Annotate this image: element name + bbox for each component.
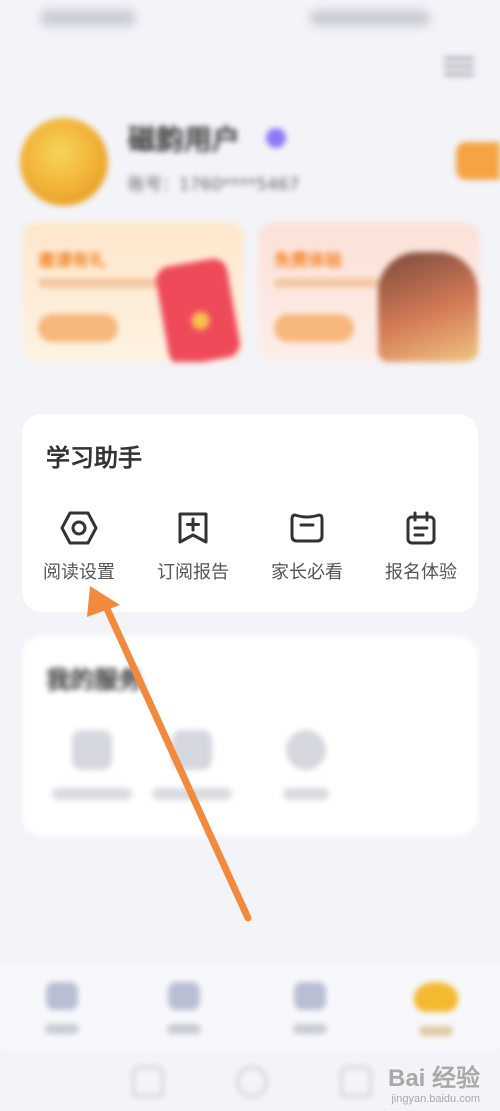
parents-must-read-label: 家长必看 <box>271 562 343 583</box>
status-time-area <box>40 10 136 26</box>
trial-signup-item[interactable]: 报名体验 <box>364 510 478 584</box>
message-box-icon <box>290 513 324 543</box>
my-services-card: 我的服务 <box>22 636 478 836</box>
banner-title: 邀请有礼 <box>38 251 106 271</box>
hexagon-settings-icon <box>60 511 98 545</box>
my-services-title: 我的服务 <box>46 666 142 694</box>
banner-invite[interactable]: 邀请有礼 <box>22 222 244 362</box>
mine-icon <box>414 982 458 1012</box>
avatar[interactable] <box>20 118 108 206</box>
study-assistant-title: 学习助手 <box>46 444 142 472</box>
children-illustration <box>378 252 478 362</box>
course-icon <box>168 982 200 1010</box>
watermark-brand: Bai 经验 <box>387 1065 480 1092</box>
bookmark-plus-icon <box>178 512 208 544</box>
support-icon <box>286 730 326 770</box>
status-bar <box>0 0 500 40</box>
home-icon <box>46 982 78 1010</box>
bottom-nav <box>0 962 500 1052</box>
home-circle-icon[interactable] <box>236 1066 268 1098</box>
red-packet-icon <box>153 256 243 362</box>
nav-mine[interactable] <box>406 982 466 1036</box>
calendar-icon <box>406 511 436 545</box>
reading-settings-label: 阅读设置 <box>43 562 115 583</box>
watermark-site: jingyan.baidu.com <box>391 1093 480 1105</box>
briefcase-icon <box>172 730 212 770</box>
banner-button[interactable] <box>38 314 118 342</box>
study-assistant-card: 学习助手 阅读设置 订阅报告 家长必看 报名体验 <box>22 414 478 612</box>
service-item-2[interactable] <box>142 730 242 800</box>
trial-signup-label: 报名体验 <box>385 562 457 583</box>
service-item-1[interactable] <box>42 730 142 800</box>
banner-trial[interactable]: 免费体验 <box>258 222 480 362</box>
menu-icon[interactable] <box>444 52 474 76</box>
subscription-report-item[interactable]: 订阅报告 <box>136 510 250 584</box>
status-icons-area <box>310 10 430 26</box>
parents-must-read-item[interactable]: 家长必看 <box>250 510 364 584</box>
recents-icon[interactable] <box>340 1066 372 1098</box>
nav-home[interactable] <box>32 982 92 1034</box>
nav-course[interactable] <box>154 982 214 1034</box>
banner-button[interactable] <box>274 314 354 342</box>
service-item-3[interactable] <box>256 730 356 800</box>
checkin-tab[interactable] <box>456 142 500 180</box>
banner-title: 免费体验 <box>274 251 342 271</box>
profile-account: 账号：1760****5467 <box>128 175 300 195</box>
message-icon <box>294 982 326 1010</box>
subscription-report-label: 订阅报告 <box>157 562 229 583</box>
back-icon[interactable] <box>132 1066 164 1098</box>
vip-badge-icon <box>266 128 286 148</box>
folder-icon <box>72 730 112 770</box>
baidu-jingyan-watermark: Bai 经验 jingyan.baidu.com <box>388 1058 480 1105</box>
nav-message[interactable] <box>280 982 340 1034</box>
reading-settings-item[interactable]: 阅读设置 <box>22 510 136 584</box>
profile-name: 磁韵用户 <box>128 123 241 156</box>
